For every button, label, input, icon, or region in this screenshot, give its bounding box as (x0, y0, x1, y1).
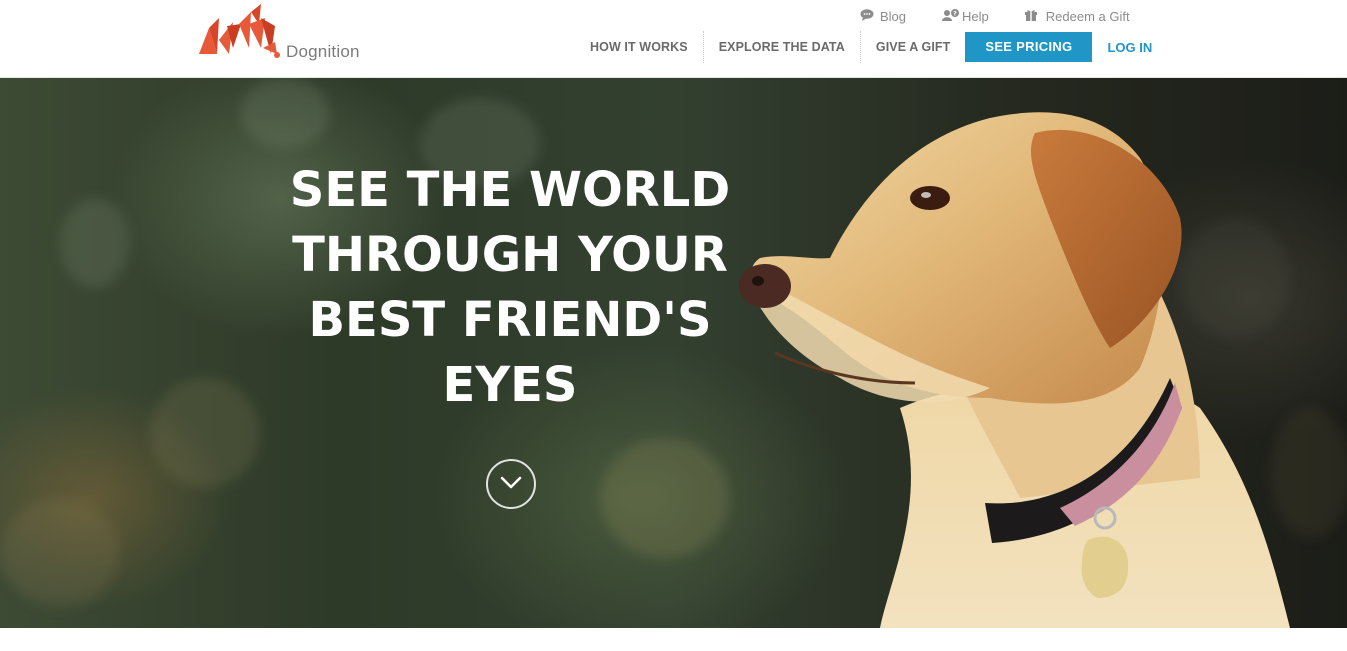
logo-mark-icon (199, 4, 277, 54)
logo-dot (274, 52, 280, 58)
blog-label: Blog (880, 8, 907, 24)
nav-how-it-works[interactable]: HOW IT WORKS (575, 32, 703, 62)
main-nav: HOW IT WORKS EXPLORE THE DATA GIVE A GIF… (575, 31, 1167, 63)
nav-explore-the-data[interactable]: EXPLORE THE DATA (704, 32, 860, 62)
chat-bubble-icon (860, 8, 874, 24)
site-header: Dognition Blog ? Help Redeem a Gift HOW … (0, 0, 1347, 78)
bokeh-light (150, 378, 260, 488)
people-help-icon: ? (942, 8, 960, 24)
blog-link[interactable]: Blog (860, 9, 906, 24)
help-link[interactable]: ? Help (942, 8, 989, 24)
hero-headline: SEE THE WORLD THROUGH YOUR BEST FRIEND'S… (260, 158, 760, 418)
headline-line: SEE THE WORLD (289, 162, 731, 218)
nav-give-a-gift[interactable]: GIVE A GIFT (861, 32, 965, 62)
gift-icon (1024, 9, 1037, 24)
hero-banner: SEE THE WORLD THROUGH YOUR BEST FRIEND'S… (0, 78, 1347, 628)
bokeh-light (600, 438, 730, 558)
headline-line: BEST FRIEND'S (308, 292, 712, 348)
see-pricing-button[interactable]: SEE PRICING (965, 32, 1093, 62)
bokeh-light (240, 78, 330, 148)
headline-line: EYES (442, 357, 578, 413)
labrador-dog-image (739, 112, 1290, 628)
utility-nav: Blog ? Help Redeem a Gift (860, 6, 1130, 26)
log-in-link[interactable]: LOG IN (1092, 40, 1167, 55)
bokeh-light (60, 198, 130, 288)
redeem-gift-link[interactable]: Redeem a Gift (1024, 8, 1130, 24)
redeem-gift-label: Redeem a Gift (1045, 8, 1130, 24)
help-label: Help (962, 8, 989, 24)
dognition-logo[interactable]: Dognition (199, 4, 369, 66)
bokeh-light (0, 498, 120, 608)
logo-wordmark: Dognition (286, 42, 360, 61)
svg-text:?: ? (953, 10, 957, 17)
headline-line: THROUGH YOUR (292, 227, 728, 283)
chevron-down-icon (500, 476, 522, 489)
scroll-down-button[interactable] (486, 459, 536, 509)
